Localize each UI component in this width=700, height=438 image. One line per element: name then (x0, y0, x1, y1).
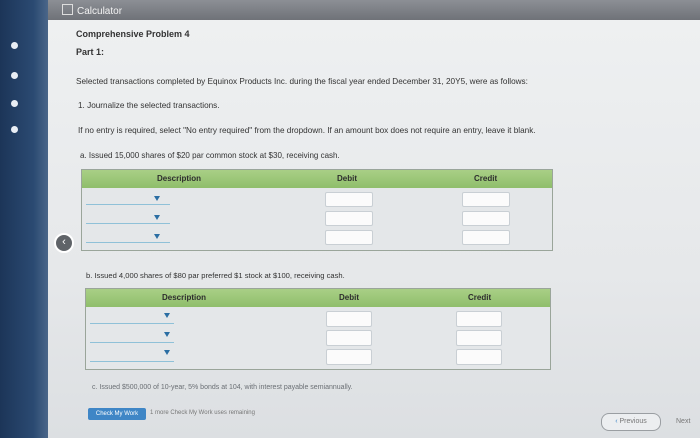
chevron-down-icon[interactable] (164, 313, 170, 318)
chevron-down-icon[interactable] (164, 350, 170, 355)
credit-input[interactable] (462, 192, 510, 207)
description-dropdown[interactable] (86, 204, 170, 205)
problem-intro: Selected transactions completed by Equin… (76, 77, 528, 86)
nav-dot[interactable] (11, 42, 18, 49)
chevron-down-icon[interactable] (154, 196, 160, 201)
credit-input[interactable] (456, 349, 502, 365)
step-1: 1. Journalize the selected transactions. (78, 101, 220, 110)
previous-button[interactable]: ‹ Previous (601, 413, 661, 431)
description-header: Description (157, 174, 202, 183)
description-dropdown[interactable] (86, 242, 170, 243)
top-bar (48, 0, 700, 20)
transaction-b: b. Issued 4,000 shares of $80 par prefer… (86, 271, 345, 280)
credit-input[interactable] (456, 330, 502, 346)
attempts-remaining: 1 more Check My Work uses remaining (150, 410, 255, 416)
calculator-icon (62, 4, 73, 15)
credit-input[interactable] (456, 311, 502, 327)
debit-header: Debit (339, 293, 359, 302)
journal-table-a: Description Debit Credit (81, 169, 553, 251)
check-my-work-button[interactable]: Check My Work (88, 408, 146, 420)
debit-header: Debit (337, 174, 357, 183)
back-arrow-icon[interactable]: ‹ (54, 233, 74, 253)
chevron-down-icon[interactable] (154, 215, 160, 220)
credit-header: Credit (474, 174, 498, 183)
description-dropdown[interactable] (86, 223, 170, 224)
description-dropdown[interactable] (90, 361, 174, 362)
problem-title: Comprehensive Problem 4 (76, 29, 190, 39)
nav-dot[interactable] (11, 100, 18, 107)
transaction-a: a. Issued 15,000 shares of $20 par commo… (80, 151, 340, 160)
table-header: Description Debit Credit (82, 170, 552, 188)
description-dropdown[interactable] (90, 342, 174, 343)
credit-header: Credit (468, 293, 492, 302)
credit-input[interactable] (462, 230, 510, 245)
debit-input[interactable] (326, 349, 372, 365)
nav-dot[interactable] (11, 126, 18, 133)
table-header: Description Debit Credit (86, 289, 550, 307)
chevron-down-icon[interactable] (154, 234, 160, 239)
journal-table-b: Description Debit Credit (85, 288, 551, 370)
debit-input[interactable] (325, 192, 373, 207)
debit-input[interactable] (326, 311, 372, 327)
description-header: Description (162, 293, 207, 302)
debit-input[interactable] (325, 211, 373, 226)
calculator-tab[interactable]: Calculator (62, 4, 122, 17)
instructions: If no entry is required, select "No entr… (78, 126, 536, 135)
left-rail (0, 0, 48, 438)
transaction-c: c. Issued $500,000 of 10-year, 5% bonds … (92, 384, 353, 391)
debit-input[interactable] (326, 330, 372, 346)
description-dropdown[interactable] (90, 323, 174, 324)
nav-dot[interactable] (11, 72, 18, 79)
debit-input[interactable] (325, 230, 373, 245)
part-heading: Part 1: (76, 47, 105, 57)
next-button[interactable]: Next (676, 418, 690, 425)
credit-input[interactable] (462, 211, 510, 226)
chevron-down-icon[interactable] (164, 332, 170, 337)
